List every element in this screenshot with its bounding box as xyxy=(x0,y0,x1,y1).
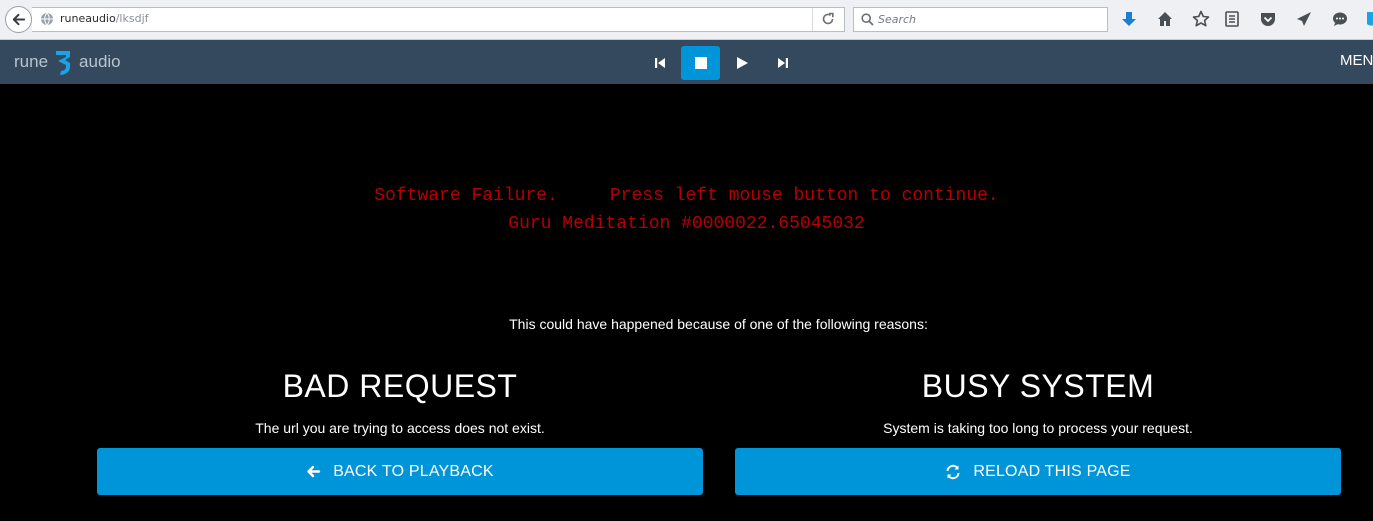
bad-request-description: The url you are trying to access does no… xyxy=(255,420,545,436)
transport-controls xyxy=(640,46,804,80)
press-button-text: Press left mouse button to continue. xyxy=(609,186,999,206)
refresh-icon xyxy=(945,464,961,480)
back-button[interactable] xyxy=(5,6,32,33)
next-icon xyxy=(777,58,788,68)
search-input[interactable] xyxy=(878,8,1103,31)
globe-icon xyxy=(41,12,53,26)
previous-button[interactable] xyxy=(640,46,679,80)
busy-system-section: BUSY SYSTEM System is taking too long to… xyxy=(735,364,1341,436)
reload-this-page-label: RELOAD THIS PAGE xyxy=(973,462,1131,480)
url-host: runeaudio xyxy=(60,12,116,25)
software-failure-text: Software Failure. xyxy=(374,186,558,206)
send-icon[interactable] xyxy=(1294,9,1314,29)
play-button[interactable] xyxy=(722,46,761,80)
reader-icon[interactable] xyxy=(1222,9,1242,29)
url-path: /lksdjf xyxy=(115,12,149,25)
address-bar[interactable]: runeaudio/lksdjf xyxy=(32,7,845,32)
pocket-icon[interactable] xyxy=(1258,9,1278,29)
guru-meditation-code: Guru Meditation #0000022.65045032 xyxy=(508,214,865,234)
next-button[interactable] xyxy=(763,46,802,80)
download-icon[interactable] xyxy=(1119,9,1139,29)
search-icon xyxy=(861,13,874,26)
chat-icon[interactable] xyxy=(1330,9,1350,29)
url-divider xyxy=(812,8,813,31)
back-icon xyxy=(12,13,26,26)
logo-word-audio: audio xyxy=(79,52,121,71)
bad-request-title: BAD REQUEST xyxy=(282,368,518,404)
url-text: runeaudio/lksdjf xyxy=(60,12,149,25)
search-box[interactable] xyxy=(853,7,1108,32)
stop-button[interactable] xyxy=(681,46,720,80)
busy-system-description: System is taking too long to process you… xyxy=(883,420,1193,436)
stop-icon xyxy=(694,57,707,69)
reload-this-page-button[interactable]: RELOAD THIS PAGE xyxy=(735,448,1341,495)
busy-system-title: BUSY SYSTEM xyxy=(921,368,1155,404)
bad-request-section: BAD REQUEST The url you are trying to ac… xyxy=(97,364,703,436)
previous-icon xyxy=(654,58,665,68)
rune-audio-logo[interactable]: rune audio xyxy=(14,48,121,76)
error-line-1: Software Failure. Press left mouse button… xyxy=(0,182,1373,210)
play-icon xyxy=(736,57,748,69)
app-header: rune audio MENU xyxy=(0,40,1373,84)
rune-logo-mark-icon xyxy=(56,51,71,75)
browser-toolbar: runeaudio/lksdjf xyxy=(0,0,1373,40)
back-to-playback-label: BACK TO PLAYBACK xyxy=(333,462,494,480)
reasons-text: This could have happened because of one … xyxy=(509,316,928,332)
home-icon[interactable] xyxy=(1155,9,1175,29)
bookmark-star-icon[interactable] xyxy=(1191,9,1211,29)
back-to-playback-button[interactable]: BACK TO PLAYBACK xyxy=(97,448,703,495)
firefox-shield-icon[interactable] xyxy=(1361,9,1373,29)
arrow-left-icon xyxy=(306,464,321,479)
logo-word-rune: rune xyxy=(14,52,49,71)
reload-icon[interactable] xyxy=(821,12,835,26)
guru-meditation-error: Software Failure. Press left mouse button… xyxy=(0,182,1373,238)
menu-button[interactable]: MENU xyxy=(1340,52,1373,69)
